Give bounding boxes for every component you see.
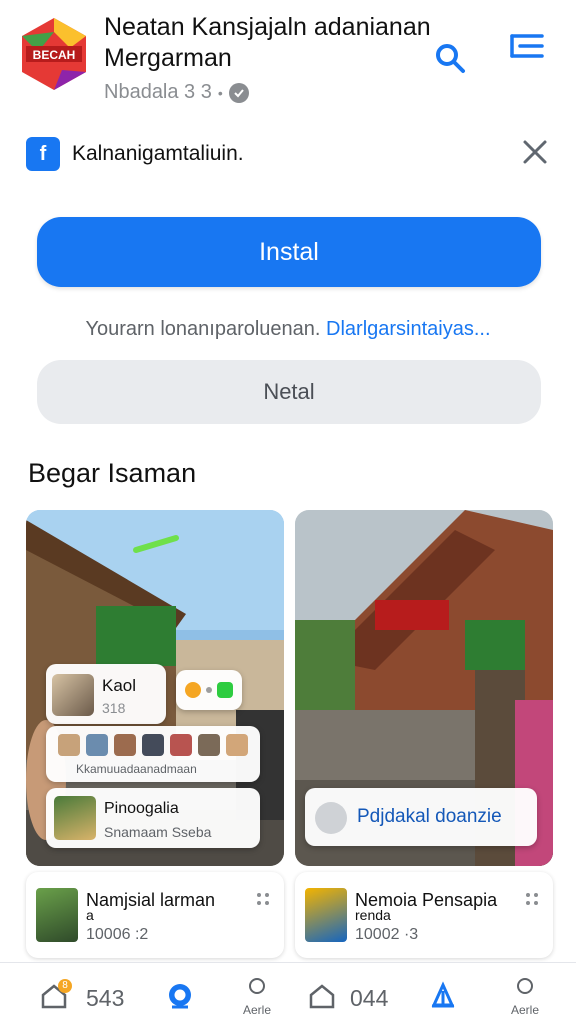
search-icon	[169, 984, 191, 1009]
people-strip-caption: Kkamuuadaanadmaan	[76, 762, 197, 776]
secondary-button[interactable]: Netal	[37, 360, 541, 424]
post-card[interactable]: Namjsial larman a 10006 :2	[26, 872, 284, 958]
contact-chip[interactable]: Kaol 318	[46, 664, 166, 724]
profile-icon	[249, 978, 265, 994]
person-avatar	[58, 734, 80, 756]
verified-icon	[228, 82, 249, 103]
people-strip[interactable]: Kkamuuadaanadmaan	[46, 726, 260, 782]
more-icon[interactable]	[256, 892, 270, 906]
location-text: Pdjdakal doanzie	[357, 806, 502, 827]
menu-avatar-icon	[517, 978, 533, 994]
location-chip[interactable]: Pdjdakal doanzie	[305, 788, 537, 846]
post-subtitle: a	[86, 907, 94, 923]
post-card[interactable]: Nemoia Pensapia renda 10002 ·3	[295, 872, 553, 958]
nav-home[interactable]: 8 543	[40, 969, 140, 1021]
logo-text: BECAH	[33, 48, 76, 62]
nav-menu[interactable]: Aerle	[508, 969, 544, 1021]
app-store-icon: f	[26, 137, 60, 171]
nav-profile[interactable]: Aerle	[240, 969, 276, 1021]
post-count: 10006 :2	[86, 926, 149, 943]
app-logo: BECAH	[22, 18, 86, 90]
post-avatar	[36, 888, 78, 942]
helper-link[interactable]: Dlarlgarsintaiyas...	[326, 318, 491, 340]
menu-icon[interactable]	[508, 32, 546, 62]
place-thumbnail	[54, 796, 96, 840]
close-icon[interactable]	[522, 139, 548, 165]
more-icon[interactable]	[525, 892, 539, 906]
home-count: 543	[86, 985, 125, 1011]
place-chip[interactable]: Pinoogalia Snamaam Sseba	[46, 788, 260, 848]
meta-text: Nbadala 3 3	[104, 81, 212, 103]
person-avatar	[142, 734, 164, 756]
helper-text-body: Yourarn lonanıparoluenan.	[85, 318, 321, 340]
meta-dot: •	[217, 84, 223, 101]
post-count: 10002 ·3	[355, 926, 419, 943]
bottom-nav: 8 543 Aerle 044 Aerle	[0, 962, 576, 1024]
contact-name: Kaol	[102, 676, 137, 695]
post-subtitle: renda	[355, 907, 391, 923]
install-banner: f Kalnanigamtaliuin.	[0, 122, 576, 188]
profile-label: Aerle	[243, 1003, 272, 1017]
media-card-left[interactable]: Kaol 318 Kkamuuadaanadmaan Pinoogalia Sn…	[26, 510, 284, 866]
app-title: Neatan Kansjajaln adanianan Mergarman	[104, 13, 431, 72]
person-avatar	[86, 734, 108, 756]
contact-thumbnail	[52, 674, 94, 716]
bell-icon	[431, 981, 455, 1008]
app-header: BECAH Neatan Kansjajaln adanianan Mergar…	[0, 0, 576, 118]
banner-text: Kalnanigamtaliuin.	[72, 142, 244, 165]
place-title: Pinoogalia	[104, 800, 179, 817]
dot-icon	[205, 687, 212, 693]
place-subtitle: Snamaam Sseba	[104, 824, 212, 840]
post-name: Namjsial larman	[86, 890, 216, 910]
contact-number: 318	[102, 700, 126, 716]
install-button[interactable]: Instal	[37, 217, 541, 287]
person-avatar	[198, 734, 220, 756]
post-avatar	[305, 888, 347, 942]
nav-marketplace[interactable]: 044	[308, 969, 404, 1021]
reaction-icon	[184, 682, 201, 698]
location-avatar	[315, 802, 347, 834]
person-avatar	[170, 734, 192, 756]
store-icon	[309, 984, 335, 1009]
app-meta: Nbadala 3 3 •	[104, 81, 249, 104]
media-card-right[interactable]: Pdjdakal doanzie	[295, 510, 553, 866]
notification-badge: 8	[58, 979, 72, 993]
reaction-pill[interactable]	[176, 670, 242, 710]
nav-notifications[interactable]	[428, 969, 460, 1021]
message-icon	[217, 682, 234, 698]
helper-text: Yourarn lonanıparoluenan. Dlarlgarsintai…	[0, 318, 576, 341]
person-avatar	[114, 734, 136, 756]
market-count: 044	[350, 985, 389, 1011]
search-icon[interactable]	[432, 40, 468, 76]
nav-search[interactable]	[164, 969, 200, 1021]
person-avatar	[226, 734, 248, 756]
section-title: Begar Isaman	[28, 458, 197, 488]
menu-label: Aerle	[511, 1003, 540, 1017]
